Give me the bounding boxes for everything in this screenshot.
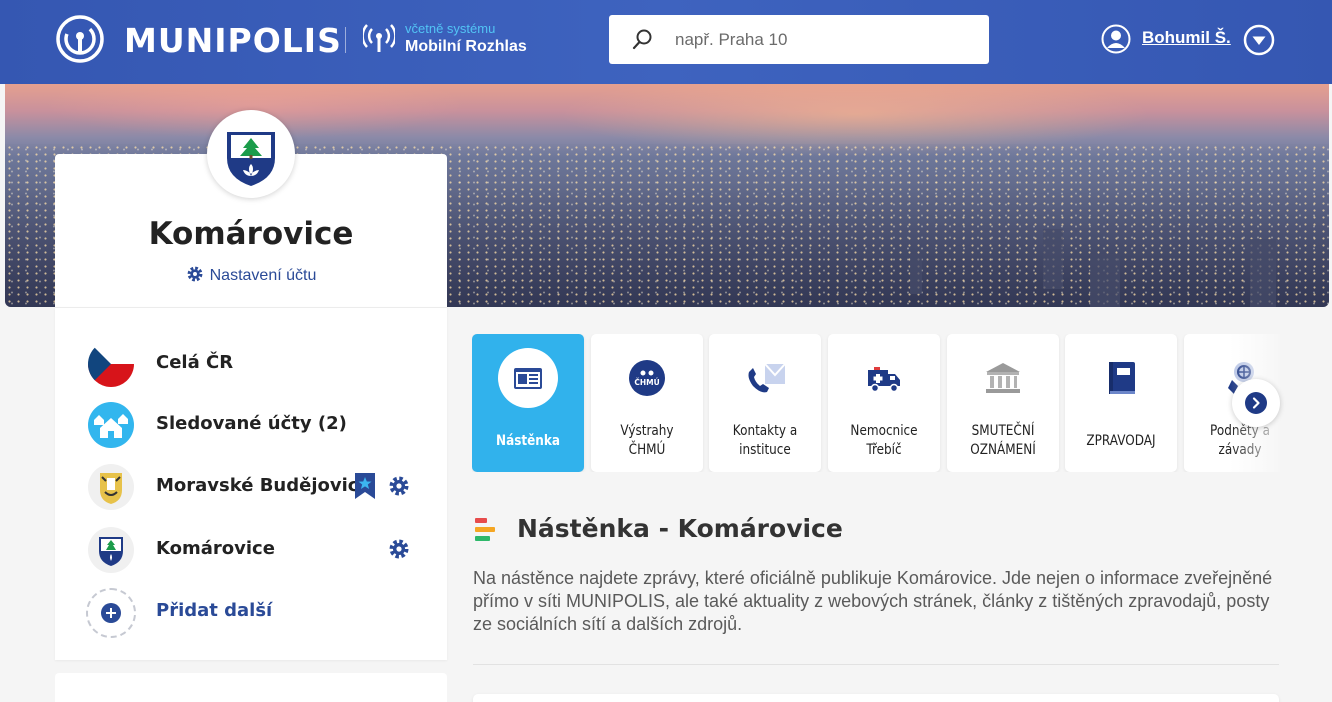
gear-icon bbox=[187, 266, 203, 282]
gear-icon[interactable] bbox=[388, 538, 410, 560]
gear-icon[interactable] bbox=[388, 475, 410, 497]
tile-noticeboard[interactable]: Nástěnka bbox=[472, 334, 584, 472]
news-card[interactable] bbox=[473, 694, 1279, 702]
noticeboard-section-icon bbox=[475, 518, 495, 541]
rozhlas-subtitle: včetně systému bbox=[405, 21, 496, 36]
plus-icon bbox=[101, 603, 121, 623]
ambulance-icon bbox=[868, 367, 900, 393]
coat-of-arms-icon bbox=[88, 527, 134, 573]
add-account-circle[interactable] bbox=[86, 588, 136, 638]
tile-label: SMUTEČNÍ OZNÁMENÍ bbox=[970, 423, 1036, 458]
chmu-icon-text: ČHMÚ bbox=[634, 378, 659, 387]
broadcast-antenna-icon bbox=[363, 24, 395, 52]
tile-label: Kontakty a instituce bbox=[732, 423, 798, 458]
account-item-czech[interactable]: Celá ČR bbox=[55, 337, 447, 391]
coat-of-arms-avatar bbox=[207, 110, 295, 198]
account-settings-label[interactable]: Nastavení účtu bbox=[210, 267, 317, 284]
czech-flag-icon bbox=[88, 341, 134, 387]
tile-label: ZPRAVODAJ bbox=[1086, 432, 1156, 449]
account-item-komarovice[interactable]: Komárovice bbox=[55, 523, 447, 577]
munipolis-logo-icon[interactable] bbox=[55, 14, 105, 64]
institution-icon bbox=[986, 363, 1020, 393]
brand-name[interactable]: MUNIPOLIS bbox=[124, 21, 342, 60]
account-item-label[interactable]: Celá ČR bbox=[156, 352, 233, 373]
chevron-right-icon bbox=[1245, 392, 1267, 414]
coat-of-arms-icon bbox=[227, 132, 275, 186]
coat-of-arms-icon bbox=[88, 464, 134, 510]
tile-hospital[interactable]: Nemocnice Třebíč bbox=[828, 334, 940, 472]
section-divider bbox=[473, 664, 1279, 665]
account-item-moravske-budejovice[interactable]: Moravské Budějovice bbox=[55, 460, 447, 514]
section-title: Nástěnka - Komárovice bbox=[517, 514, 843, 543]
tile-chmu-warnings[interactable]: ČHMÚ Výstrahy ČHMÚ bbox=[591, 334, 703, 472]
secondary-card bbox=[55, 673, 447, 702]
tile-label: Výstrahy ČHMÚ bbox=[620, 423, 674, 458]
chevron-down-icon[interactable] bbox=[1243, 24, 1275, 56]
account-item-label[interactable]: Sledované účty (2) bbox=[156, 413, 347, 434]
search-icon[interactable] bbox=[632, 28, 654, 50]
module-tiles: Nástěnka ČHMÚ Výstrahy ČHMÚ Kontakty a i… bbox=[472, 334, 1280, 472]
tiles-next-button[interactable] bbox=[1232, 379, 1280, 427]
book-icon bbox=[1109, 362, 1135, 394]
account-item-label[interactable]: Komárovice bbox=[156, 538, 275, 559]
tile-label: Nemocnice Třebíč bbox=[850, 423, 918, 458]
tile-obituary[interactable]: SMUTEČNÍ OZNÁMENÍ bbox=[947, 334, 1059, 472]
search-box[interactable] bbox=[609, 15, 989, 64]
tile-newsletter[interactable]: ZPRAVODAJ bbox=[1065, 334, 1177, 472]
contacts-icon bbox=[748, 363, 786, 393]
rozhlas-title[interactable]: Mobilní Rozhlas bbox=[405, 38, 527, 56]
section-description: Na nástěnce najdete zprávy, které oficiá… bbox=[473, 568, 1273, 634]
followed-houses-icon bbox=[88, 402, 134, 448]
user-name-link[interactable]: Bohumil Š. bbox=[1142, 28, 1231, 48]
search-input[interactable] bbox=[675, 27, 965, 53]
account-item-followed[interactable]: Sledované účty (2) bbox=[55, 398, 447, 452]
add-account-button[interactable]: Přidat další bbox=[55, 585, 447, 639]
accounts-list: Celá ČR Sledované účty (2) Moravské Budě… bbox=[55, 307, 447, 660]
account-settings-link[interactable]: Nastavení účtu bbox=[55, 265, 447, 285]
tile-label: Nástěnka bbox=[495, 432, 560, 449]
tile-contacts[interactable]: Kontakty a instituce bbox=[709, 334, 821, 472]
profile-name: Komárovice bbox=[148, 216, 354, 252]
noticeboard-icon bbox=[498, 348, 558, 408]
brand-divider bbox=[345, 27, 346, 53]
user-avatar-icon[interactable] bbox=[1101, 24, 1131, 54]
chmu-icon: ČHMÚ bbox=[629, 360, 665, 396]
bookmark-star-icon[interactable] bbox=[354, 473, 376, 499]
add-account-label[interactable]: Přidat další bbox=[156, 600, 272, 621]
top-bar: MUNIPOLIS včetně systému Mobilní Rozhlas… bbox=[0, 0, 1332, 84]
account-item-label[interactable]: Moravské Budějovice bbox=[156, 475, 371, 496]
